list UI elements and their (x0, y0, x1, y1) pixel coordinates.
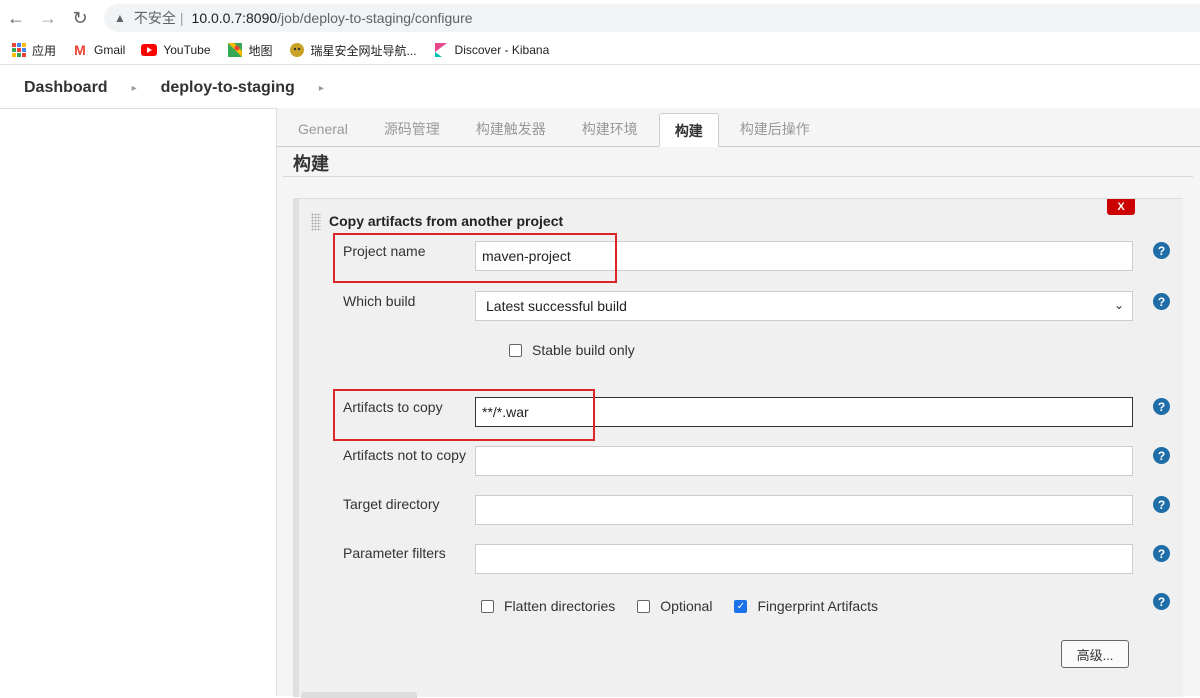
bookmark-label: 地图 (248, 43, 273, 58)
artifacts-not-to-copy-label: Artifacts not to copy (343, 447, 466, 463)
bookmarks-bar: 应用 M Gmail YouTube 地图 瑞星安全网址导航... Discov… (0, 36, 1200, 65)
parameter-filters-input[interactable] (475, 544, 1133, 574)
tab-build-env[interactable]: 构建环境 (567, 112, 653, 146)
artifacts-not-to-copy-input[interactable] (475, 446, 1133, 476)
optional-option[interactable]: Optional (637, 598, 712, 614)
drag-handle-icon[interactable] (311, 213, 321, 231)
flatten-checkbox[interactable] (481, 599, 494, 613)
bookmark-gmail[interactable]: M Gmail (72, 42, 125, 58)
reload-icon[interactable]: ↻ (64, 0, 96, 36)
target-directory-input[interactable] (475, 495, 1133, 525)
help-icon[interactable]: ? (1153, 242, 1170, 259)
copy-artifact-builder: Copy artifacts from another project X Pr… (293, 198, 1183, 697)
back-arrow-icon[interactable]: ← (0, 0, 32, 36)
address-bar[interactable]: ▲ 不安全 | 10.0.0.7:8090 /job/deploy-to-sta… (104, 4, 1200, 32)
optional-label: Optional (660, 598, 713, 614)
kibana-icon (433, 42, 449, 58)
apps-grid-icon (12, 43, 26, 57)
forward-arrow-icon[interactable]: → (32, 0, 64, 36)
insecure-label: 不安全 (133, 10, 176, 26)
breadcrumb-dashboard[interactable]: Dashboard (24, 79, 108, 97)
breadcrumb: Dashboard ▸ deploy-to-staging ▸ (0, 68, 1200, 109)
stable-build-checkbox[interactable] (509, 343, 522, 357)
section-title: 构建 (293, 154, 329, 174)
tab-build[interactable]: 构建 (658, 113, 719, 147)
breadcrumb-job[interactable]: deploy-to-staging (161, 79, 295, 97)
url-host: 10.0.0.7:8090 (191, 10, 278, 26)
project-name-highlight (333, 233, 617, 283)
youtube-icon (141, 42, 158, 58)
flatten-option[interactable]: Flatten directories (481, 598, 615, 614)
bookmark-label: Gmail (94, 43, 126, 57)
bookmark-label: Discover - Kibana (454, 43, 550, 57)
bookmark-youtube[interactable]: YouTube (141, 42, 211, 58)
tab-scm[interactable]: 源码管理 (369, 112, 455, 146)
help-icon[interactable]: ? (1153, 398, 1170, 415)
bookmark-maps[interactable]: 地图 (227, 42, 273, 59)
gmail-icon: M (74, 42, 86, 58)
which-build-select[interactable]: Latest successful build ⌄ (475, 291, 1133, 321)
bookmark-label: 应用 (32, 43, 57, 58)
breadcrumb-chevron-icon: ▸ (131, 82, 137, 94)
address-separator: | (179, 10, 184, 26)
bookmark-label: 瑞星安全网址导航... (310, 43, 417, 58)
artifacts-highlight (333, 389, 595, 441)
help-icon[interactable]: ? (1153, 545, 1170, 562)
tab-triggers[interactable]: 构建触发器 (461, 112, 561, 146)
warning-triangle-icon: ▲ (114, 11, 126, 25)
optional-checkbox[interactable] (637, 599, 651, 613)
url-path: /job/deploy-to-staging/configure (277, 10, 473, 26)
bookmark-label: YouTube (163, 43, 211, 57)
fingerprint-label: Fingerprint Artifacts (757, 598, 879, 614)
tab-general[interactable]: General (283, 112, 363, 146)
rising-icon (289, 42, 305, 58)
help-icon[interactable]: ? (1153, 496, 1170, 513)
chevron-down-icon: ⌄ (1113, 298, 1124, 312)
delete-builder-button[interactable]: X (1107, 199, 1135, 215)
help-icon[interactable]: ? (1153, 293, 1170, 310)
which-build-value: Latest successful build (486, 298, 627, 314)
bookmark-kibana[interactable]: Discover - Kibana (433, 42, 550, 58)
bookmark-apps[interactable]: 应用 (12, 42, 56, 59)
which-build-label: Which build (343, 293, 416, 309)
stable-build-option[interactable]: Stable build only (509, 342, 635, 358)
bookmark-rising[interactable]: 瑞星安全网址导航... (289, 42, 417, 59)
target-directory-label: Target directory (343, 496, 440, 512)
help-icon[interactable]: ? (1153, 447, 1170, 464)
stable-build-label: Stable build only (532, 342, 635, 358)
breadcrumb-chevron-icon[interactable]: ▸ (319, 83, 324, 94)
fingerprint-checkbox[interactable]: ✓ (734, 599, 748, 613)
builder-title: Copy artifacts from another project (329, 213, 564, 229)
flatten-label: Flatten directories (504, 598, 616, 614)
advanced-button[interactable]: 高级... (1061, 640, 1129, 668)
fingerprint-option[interactable]: ✓ Fingerprint Artifacts (734, 598, 878, 614)
browser-toolbar: ← → ↻ ▲ 不安全 | 10.0.0.7:8090 /job/deploy-… (0, 0, 1200, 36)
help-icon[interactable]: ? (1153, 593, 1170, 610)
section-divider (283, 176, 1193, 177)
maps-icon (227, 42, 243, 58)
tab-post-build[interactable]: 构建后操作 (725, 112, 825, 146)
next-section-edge (301, 692, 417, 698)
copy-options: Flatten directories Optional ✓ Fingerpri… (481, 598, 900, 614)
config-tabs: General 源码管理 构建触发器 构建环境 构建 构建后操作 (277, 108, 1200, 147)
config-panel: General 源码管理 构建触发器 构建环境 构建 构建后操作 构建 Copy… (276, 108, 1200, 698)
parameter-filters-label: Parameter filters (343, 545, 446, 561)
